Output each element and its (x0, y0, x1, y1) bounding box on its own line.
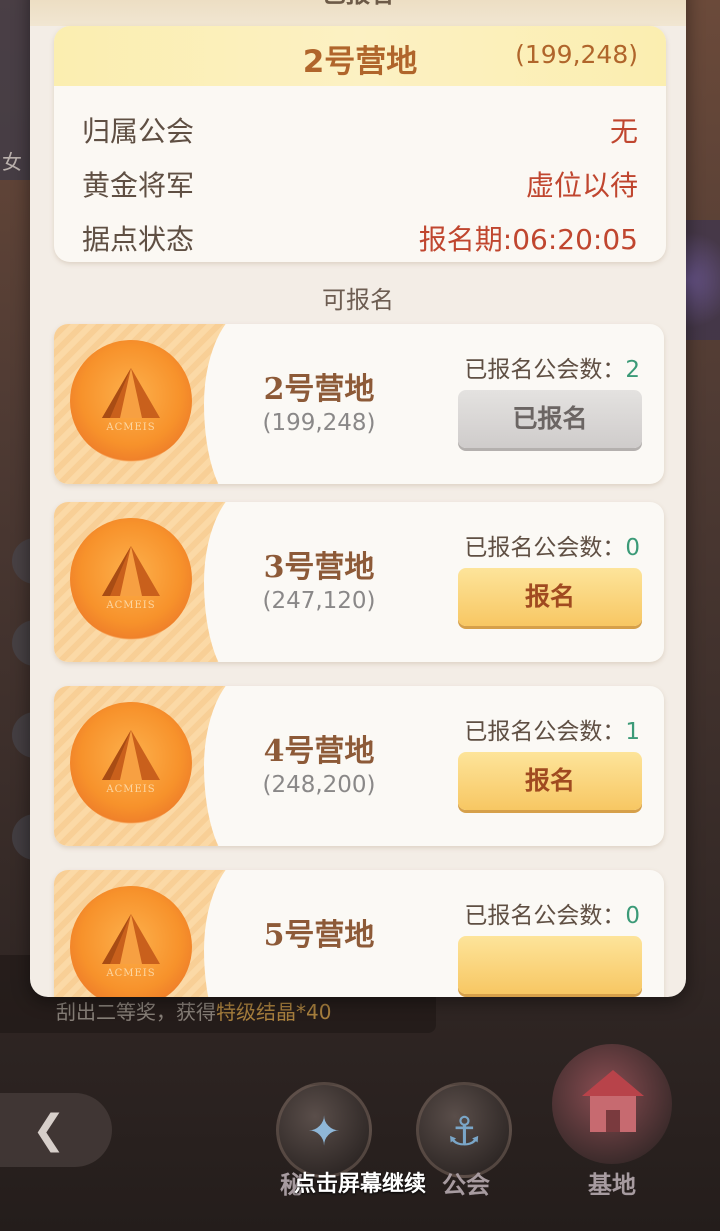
info-row-general: 黄金将军 虚位以待 (82, 164, 638, 204)
camp-card: ACMEIS 4号营地 (248,200) 已报名公会数：1 报名 (54, 686, 664, 846)
anchor-icon: ⚓ (446, 1109, 482, 1155)
camp-coord: (247,120) (262, 588, 376, 614)
guild-count-label: 已报名公会数： (464, 535, 626, 561)
registered-camp-card: 2号营地 (199,248) 归属公会 无 黄金将军 虚位以待 据点状态 报名期… (54, 26, 666, 262)
tap-to-continue-hint[interactable]: 点击屏幕继续 (0, 1166, 720, 1198)
info-row-status: 据点状态 报名期:06:20:05 (82, 218, 638, 258)
camp-coord: (248,200) (262, 772, 376, 798)
info-value: 虚位以待 (525, 169, 638, 202)
guild-count-label: 已报名公会数： (464, 719, 626, 745)
guild-count: 已报名公会数：0 (464, 896, 640, 930)
camp-registration-panel: 已报名 2号营地 (199,248) 归属公会 无 黄金将军 虚位以待 据点状态… (30, 0, 686, 997)
guild-shield-icon[interactable]: ⚓ (416, 1082, 512, 1178)
emblem-text: ACMEIS (106, 600, 156, 611)
camp-name: 2号营地 (263, 372, 375, 407)
news-prefix: 刮出二等奖，获得 (56, 1000, 216, 1024)
sparkle-icon: ✦ (307, 1109, 341, 1155)
camp-card: ACMEIS 5号营地 已报名公会数：0 (54, 870, 664, 997)
guild-count: 已报名公会数：0 (464, 528, 640, 562)
register-button[interactable] (458, 936, 642, 994)
tent-emblem-icon: ACMEIS (70, 886, 192, 997)
guild-count-value: 0 (625, 903, 640, 929)
guild-count: 已报名公会数：2 (464, 350, 640, 384)
emblem-text: ACMEIS (106, 784, 156, 795)
info-value: 报名期:06:20:05 (418, 223, 638, 256)
news-highlight: 特级结晶*40 (216, 1000, 332, 1024)
info-label: 据点状态 (82, 223, 195, 256)
tent-emblem-icon: ACMEIS (70, 702, 192, 824)
guild-count-label: 已报名公会数： (464, 357, 626, 383)
background-label: 女 (2, 150, 22, 174)
base-house-icon[interactable] (552, 1044, 672, 1164)
guild-count-value: 1 (625, 719, 640, 745)
info-label: 归属公会 (82, 115, 195, 148)
tent-emblem-icon: ACMEIS (70, 340, 192, 462)
treasure-bag-icon[interactable]: ✦ (276, 1082, 372, 1178)
camp-card: ACMEIS 3号营地 (247,120) 已报名公会数：0 报名 (54, 502, 664, 662)
info-value: 无 (609, 115, 638, 148)
chevron-left-icon: ❮ (32, 1107, 66, 1153)
camp-name: 3号营地 (263, 550, 375, 585)
emblem-text: ACMEIS (106, 422, 156, 433)
info-label: 黄金将军 (82, 169, 195, 202)
house-icon (582, 1070, 644, 1132)
guild-count-label: 已报名公会数： (464, 903, 626, 929)
registered-button[interactable]: 已报名 (458, 390, 642, 448)
camp-name: 5号营地 (263, 918, 375, 953)
tent-emblem-icon: ACMEIS (70, 518, 192, 640)
panel-header-label: 已报名 (30, 0, 686, 9)
register-button[interactable]: 报名 (458, 568, 642, 626)
section-label-available: 可报名 (322, 286, 394, 314)
guild-count: 已报名公会数：1 (464, 712, 640, 746)
news-text: 刮出二等奖，获得特级结晶*40 (56, 996, 331, 1025)
register-button[interactable]: 报名 (458, 752, 642, 810)
emblem-text: ACMEIS (106, 968, 156, 979)
info-row-guild: 归属公会 无 (82, 110, 638, 150)
background-fragment-right (680, 220, 720, 340)
back-button[interactable]: ❮ (0, 1093, 112, 1167)
camp-name: 4号营地 (263, 734, 375, 769)
camp-coord: (199,248) (262, 410, 376, 436)
camp-card: ACMEIS 2号营地 (199,248) 已报名公会数：2 已报名 (54, 324, 664, 484)
registered-camp-coord: (199,248) (515, 40, 638, 69)
guild-count-value: 2 (625, 357, 640, 383)
guild-count-value: 0 (625, 535, 640, 561)
